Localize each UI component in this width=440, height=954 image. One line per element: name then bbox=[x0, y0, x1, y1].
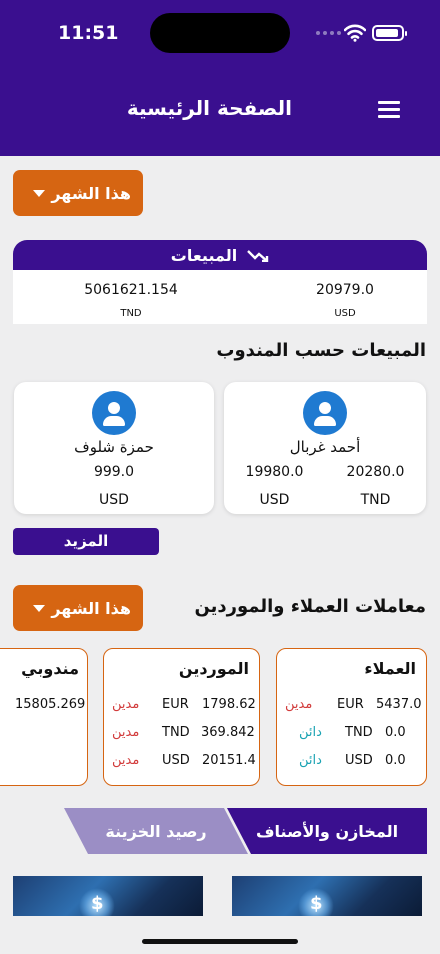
battery-icon bbox=[372, 25, 407, 41]
rep-card[interactable]: أحمد غربال 19980.0 USD 20280.0 TND bbox=[224, 382, 426, 514]
rep-currency: TND bbox=[360, 492, 391, 508]
balance-amount: 0.0 bbox=[385, 725, 406, 740]
reps-balance-title: مندوبي bbox=[21, 659, 79, 678]
more-button[interactable]: المزيد bbox=[13, 528, 159, 555]
balance-currency: EUR bbox=[162, 697, 189, 712]
rep-amount-tnd: 20280.0 TND bbox=[336, 464, 416, 508]
dealings-period-dropdown[interactable]: هذا الشهر bbox=[13, 585, 143, 631]
balance-currency: USD bbox=[162, 753, 190, 768]
rep-amount-usd: 19980.0 USD bbox=[235, 464, 315, 508]
balance-currency: TND bbox=[345, 725, 373, 740]
dollar-icon: $ bbox=[91, 893, 104, 914]
sales-value: 20979.0 bbox=[316, 282, 374, 298]
dynamic-island bbox=[150, 13, 290, 53]
sales-currency: TND bbox=[120, 308, 142, 319]
period-filter-label: هذا الشهر bbox=[51, 183, 131, 203]
rep-name: حمزة شلوف bbox=[74, 438, 154, 456]
balance-currency: TND bbox=[162, 725, 190, 740]
rep-name: أحمد غربال bbox=[289, 438, 361, 456]
rep-currency: USD bbox=[99, 492, 129, 508]
tab-bar: رصيد الخزينة المخازن والأصناف bbox=[0, 808, 440, 854]
rep-currency: USD bbox=[259, 492, 290, 508]
inventory-thumbnail[interactable]: $ bbox=[232, 876, 422, 916]
balance-amount: 20151.4 bbox=[202, 753, 256, 768]
balance-row: مدين EUR 1798.62 bbox=[104, 697, 259, 717]
balance-status: مدين bbox=[112, 725, 140, 740]
dollar-icon: $ bbox=[310, 893, 323, 914]
tab-treasury[interactable]: رصيد الخزينة bbox=[64, 808, 248, 854]
balance-status: دائن bbox=[299, 725, 322, 740]
balance-row: مدين TND 369.842 bbox=[104, 725, 259, 745]
customers-balance-card[interactable]: العملاء مدين EUR 5437.0 دائن TND 0.0 دائ… bbox=[276, 648, 427, 786]
treasury-thumbnail[interactable]: $ bbox=[13, 876, 203, 916]
tab-treasury-label: رصيد الخزينة bbox=[105, 821, 207, 841]
sales-tnd: 5061621.154 TND bbox=[51, 282, 211, 319]
signal-dots-icon bbox=[316, 31, 341, 35]
sales-usd: 20979.0 USD bbox=[265, 282, 425, 319]
balance-status: مدين bbox=[112, 697, 140, 712]
user-icon bbox=[303, 391, 347, 435]
customers-title: العملاء bbox=[364, 659, 416, 678]
dealings-section-title: معاملات العملاء والموردين bbox=[194, 596, 426, 617]
balance-row: دائن USD 0.0 bbox=[277, 753, 426, 773]
sales-value: 5061621.154 bbox=[84, 282, 178, 298]
tab-inventory-label: المخازن والأصناف bbox=[255, 821, 399, 841]
balance-currency: EUR bbox=[337, 697, 364, 712]
app-header: 11:51 الصفحة الرئيسية bbox=[0, 0, 440, 156]
wifi-icon bbox=[344, 24, 366, 42]
rep-amount: 999.0 bbox=[93, 464, 135, 480]
sales-card: المبيعات 20979.0 USD 5061621.154 TND bbox=[13, 240, 427, 324]
suppliers-balance-card[interactable]: الموردين مدين EUR 1798.62 مدين TND 369.8… bbox=[103, 648, 260, 786]
rep-amount: 19980.0 bbox=[245, 464, 304, 480]
page-title: الصفحة الرئيسية bbox=[126, 96, 292, 120]
rep-card[interactable]: حمزة شلوف 999.0 USD bbox=[14, 382, 214, 514]
sales-header: المبيعات bbox=[13, 240, 427, 270]
balance-status: مدين bbox=[112, 753, 140, 768]
balance-amount: 5437.0 bbox=[376, 697, 422, 712]
sales-currency: USD bbox=[334, 308, 356, 319]
suppliers-title: الموردين bbox=[178, 659, 249, 678]
user-icon bbox=[92, 391, 136, 435]
sales-title: المبيعات bbox=[170, 245, 238, 265]
balance-currency: USD bbox=[345, 753, 373, 768]
status-time: 11:51 bbox=[58, 22, 119, 44]
caret-down-icon bbox=[33, 604, 45, 612]
home-indicator bbox=[142, 939, 298, 944]
balance-amount: 369.842 bbox=[201, 725, 255, 740]
balance-amount: 1798.62 bbox=[202, 697, 256, 712]
balance-amount: 0.0 bbox=[385, 753, 406, 768]
balance-row: دائن TND 0.0 bbox=[277, 725, 426, 745]
period-filter-label: هذا الشهر bbox=[51, 598, 131, 618]
rep-amount-usd: 999.0 USD bbox=[74, 464, 154, 508]
reps-section-title: المبيعات حسب المندوب bbox=[216, 340, 426, 361]
rep-amount: 20280.0 bbox=[346, 464, 405, 480]
balance-status: دائن bbox=[299, 753, 322, 768]
balance-row: مدين EUR 5437.0 bbox=[277, 697, 426, 717]
balance-amount: 15805.269 bbox=[15, 697, 86, 712]
menu-icon[interactable] bbox=[378, 101, 400, 119]
caret-down-icon bbox=[33, 189, 45, 197]
reps-balance-card[interactable]: مندوبي 15805.269 bbox=[0, 648, 88, 786]
trend-icon bbox=[247, 250, 269, 262]
period-filter-dropdown[interactable]: هذا الشهر bbox=[13, 170, 143, 216]
balance-status: مدين bbox=[285, 697, 313, 712]
tab-inventory[interactable]: المخازن والأصناف bbox=[227, 808, 427, 854]
balance-row: مدين USD 20151.4 bbox=[104, 753, 259, 773]
